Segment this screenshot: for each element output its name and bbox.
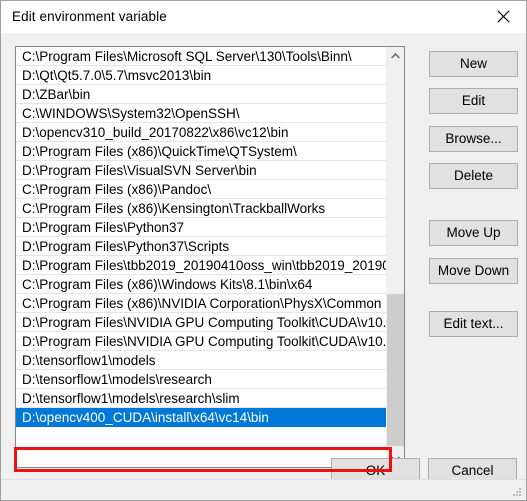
list-scrollbar[interactable] [386, 47, 404, 467]
list-item[interactable]: D:\Program Files\NVIDIA GPU Computing To… [16, 313, 387, 332]
list-item[interactable]: C:\Program Files (x86)\NVIDIA Corporatio… [16, 294, 387, 313]
list-item[interactable]: D:\Program Files\VisualSVN Server\bin [16, 161, 387, 180]
path-list-viewport: C:\Program Files\Microsoft SQL Server\13… [16, 47, 387, 467]
dialog-client-area: C:\Program Files\Microsoft SQL Server\13… [1, 33, 526, 500]
edit-button[interactable]: Edit [429, 88, 518, 114]
list-item[interactable]: C:\Program Files (x86)\Windows Kits\8.1\… [16, 275, 387, 294]
list-item[interactable]: C:\Program Files (x86)\Pandoc\ [16, 180, 387, 199]
status-bar [1, 479, 526, 500]
list-item[interactable]: C:\WINDOWS\System32\OpenSSH\ [16, 104, 387, 123]
edit-environment-variable-dialog: Edit environment variable C:\Program Fil… [0, 0, 527, 501]
scrollbar-track[interactable] [387, 64, 404, 450]
edit-text-button[interactable]: Edit text... [429, 311, 518, 337]
list-item[interactable]: D:\tensorflow1\models [16, 351, 387, 370]
list-item[interactable]: D:\Qt\Qt5.7.0\5.7\msvc2013\bin [16, 66, 387, 85]
list-item[interactable]: D:\Program Files\Python37 [16, 218, 387, 237]
list-item[interactable]: D:\opencv310_build_20170822\x86\vc12\bin [16, 123, 387, 142]
close-icon[interactable] [480, 1, 526, 32]
title-bar: Edit environment variable [1, 1, 526, 34]
list-item[interactable]: D:\Program Files\tbb2019_20190410oss_win… [16, 256, 387, 275]
list-item[interactable]: D:\opencv400_CUDA\install\x64\vc14\bin [16, 408, 387, 427]
list-item[interactable]: D:\Program Files\NVIDIA GPU Computing To… [16, 332, 387, 351]
list-item[interactable]: C:\Program Files\Microsoft SQL Server\13… [16, 47, 387, 66]
list-item[interactable]: D:\Program Files (x86)\QuickTime\QTSyste… [16, 142, 387, 161]
browse-button[interactable]: Browse... [429, 126, 518, 152]
move-down-button[interactable]: Move Down [429, 258, 518, 284]
list-item[interactable]: D:\tensorflow1\models\research\slim [16, 389, 387, 408]
scroll-up-arrow-icon[interactable] [387, 47, 404, 64]
delete-button[interactable]: Delete [429, 163, 518, 189]
new-button[interactable]: New [429, 51, 518, 77]
list-item[interactable]: C:\Program Files (x86)\Kensington\Trackb… [16, 199, 387, 218]
scrollbar-thumb[interactable] [387, 294, 404, 446]
list-item[interactable]: D:\Program Files\Python37\Scripts [16, 237, 387, 256]
move-up-button[interactable]: Move Up [429, 220, 518, 246]
list-item[interactable]: D:\tensorflow1\models\research [16, 370, 387, 389]
window-title: Edit environment variable [12, 9, 167, 24]
resize-grip-icon[interactable] [511, 485, 523, 497]
list-item[interactable]: D:\ZBar\bin [16, 85, 387, 104]
path-list-box[interactable]: C:\Program Files\Microsoft SQL Server\13… [15, 46, 405, 468]
